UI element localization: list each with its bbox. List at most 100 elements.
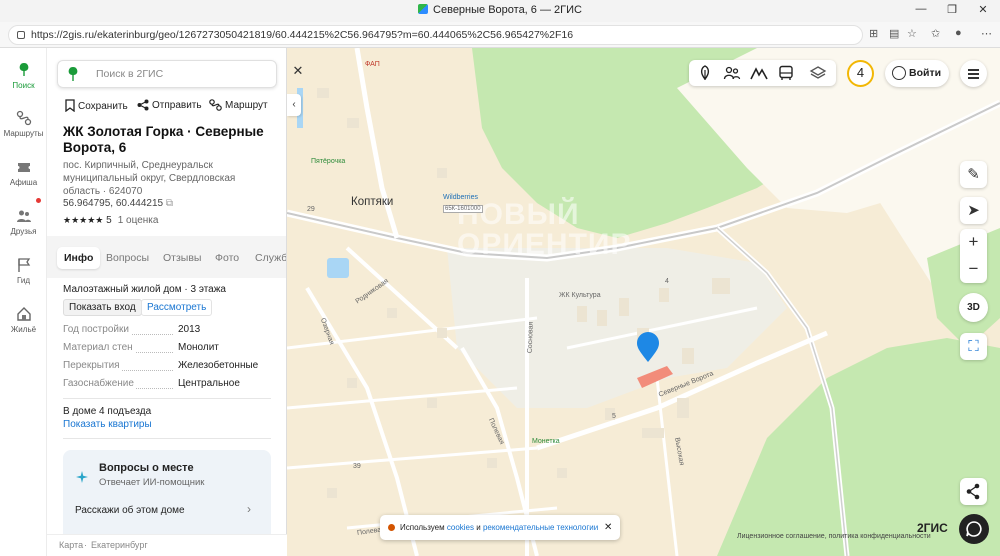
map-icon: ⛶ — [968, 338, 979, 355]
map-watermark: НОВЫЙ ОРИЕНТИР — [457, 200, 631, 260]
cookie-and: и — [476, 523, 481, 532]
rail-events-label: Афиша — [9, 178, 38, 187]
label-culture[interactable]: ЖК Культура — [559, 292, 601, 299]
place-address: пос. Кирпичный, Среднеуральск муниципаль… — [63, 160, 236, 197]
cookie-text: Используем — [400, 523, 445, 532]
url-field[interactable]: https://2gis.ru/ekaterinburg/geo/1267273… — [8, 25, 863, 45]
show-flats-link[interactable]: Показать квартиры — [63, 419, 152, 430]
close-cookie-button[interactable]: ✕ — [604, 515, 612, 540]
license-link[interactable]: Лицензионное соглашение, политика конфид… — [737, 533, 931, 540]
notifications-badge[interactable]: 4 — [847, 60, 874, 87]
prop-floors: Перекрытия Железобетонные — [63, 360, 273, 373]
copy-icon[interactable]: ⧉ — [166, 198, 173, 209]
forest-southeast — [717, 338, 1000, 556]
rail-routes-label: Маршруты — [3, 129, 44, 138]
divider — [63, 398, 271, 399]
rating-count: 1 оценка — [117, 215, 159, 226]
close-panel-button[interactable]: ✕ — [289, 62, 307, 80]
zoom-in-button[interactable]: + — [960, 229, 987, 256]
residential-zone — [447, 248, 787, 408]
search-input[interactable]: Поиск в 2ГИС — [57, 60, 277, 88]
minimize-button[interactable]: — — [906, 3, 936, 15]
maximize-button[interactable]: ❐ — [937, 3, 967, 16]
login-button[interactable]: Войти — [885, 60, 949, 87]
map-mode-button[interactable]: ⛶ — [960, 333, 987, 360]
zoom-out-button[interactable]: − — [960, 256, 987, 283]
url-text: https://2gis.ru/ekaterinburg/geo/1267273… — [31, 29, 574, 41]
show-entrance-button[interactable]: Показать вход — [63, 299, 142, 316]
window-title-text: Северные Ворота, 6 — 2ГИС — [433, 4, 582, 16]
favorite-star-icon[interactable]: ☆ — [907, 27, 917, 40]
label-4: 4 — [665, 278, 669, 285]
2gis-logo-icon — [68, 67, 78, 81]
reader-icon[interactable]: ▤ — [889, 27, 899, 40]
browser-titlebar: Северные Ворота, 6 — 2ГИС — ❐ ✕ — [0, 0, 1000, 22]
tab-questions[interactable]: Вопросы — [99, 247, 156, 269]
my-location-button[interactable]: ➤ — [960, 197, 987, 224]
transport-layer-icon[interactable] — [777, 64, 795, 82]
ruler-button[interactable]: ✎ — [960, 161, 987, 188]
view-button[interactable]: Рассмотреть — [141, 299, 213, 316]
profile-icon[interactable]: ● — [955, 27, 962, 39]
recommendations-link[interactable]: рекомендательные технологии — [483, 523, 598, 532]
rail-friends[interactable]: Друзья — [0, 208, 47, 236]
footer-map-link[interactable]: Карта — [59, 540, 83, 550]
place-coords[interactable]: 56.964795, 60.444215 ⧉ — [63, 198, 173, 209]
prop-year-key: Год постройки — [63, 324, 131, 335]
close-window-button[interactable]: ✕ — [968, 3, 998, 16]
label-koptyaki: Коптяки — [351, 196, 394, 208]
panel-footer: Карта · Екатеринбург — [47, 534, 287, 556]
flag-icon — [17, 258, 30, 272]
login-arrow-icon — [892, 66, 906, 80]
save-button[interactable]: Сохранить — [65, 99, 128, 113]
search-leaf-icon — [19, 63, 28, 76]
rail-events[interactable]: Афиша — [0, 159, 47, 187]
prop-gas: Газоснабжение Центральное — [63, 378, 273, 391]
send-button[interactable]: Отправить — [137, 99, 202, 111]
rail-guide[interactable]: Гид — [0, 257, 47, 285]
watermark-line1: НОВЫЙ — [457, 198, 580, 231]
label-39: 39 — [353, 463, 361, 470]
entrances-count: В доме 4 подъезда — [63, 406, 152, 417]
collapse-panel-button[interactable]: ‹ — [287, 94, 301, 116]
mountain-layer-icon[interactable] — [750, 64, 768, 82]
ai-card-title: Вопросы о месте — [99, 462, 194, 474]
ai-card-prompt[interactable]: Расскажи об этом доме — [75, 505, 185, 516]
tab-services[interactable]: Служб — [248, 247, 286, 269]
route-button[interactable]: Маршрут — [209, 99, 268, 111]
cookie-banner: Используем cookies и рекомендательные те… — [380, 515, 620, 540]
share-map-button[interactable] — [960, 478, 987, 505]
rail-search[interactable]: Поиск — [0, 62, 47, 90]
label-monetka[interactable]: Монетка — [532, 438, 560, 445]
label-wildberries[interactable]: Wildberries — [443, 194, 478, 201]
tab-reviews[interactable]: Отзывы — [156, 247, 208, 269]
favorites-icon[interactable]: ✩ — [931, 27, 940, 40]
layers-icon[interactable] — [809, 64, 827, 82]
ai-questions-card[interactable]: Вопросы о месте Отвечает ИИ-помощник Рас… — [63, 450, 271, 542]
menu-button[interactable] — [960, 60, 987, 87]
tab-info[interactable]: Инфо — [57, 247, 101, 269]
lock-icon — [17, 31, 25, 39]
chat-button[interactable] — [959, 514, 989, 544]
cookie-icon — [388, 524, 395, 531]
label-fap[interactable]: ФАП — [365, 61, 380, 68]
map[interactable]: НОВЫЙ ОРИЕНТИР ФАП Пятёрочка Коптяки Wild… — [287, 48, 1000, 556]
coords-text: 56.964795, 60.444215 — [63, 198, 164, 209]
app: Поиск Маршруты Афиша Друзья Гид Жильё По… — [0, 48, 1000, 556]
rating[interactable]: ★★★★★ 5 1 оценка — [63, 215, 158, 226]
footer-city-link[interactable]: Екатеринбург — [91, 540, 148, 550]
rail-housing[interactable]: Жильё — [0, 306, 47, 334]
leaf-layer-icon[interactable] — [696, 64, 714, 82]
prop-floors-key: Перекрытия — [63, 360, 122, 371]
label-pyaterochka[interactable]: Пятёрочка — [311, 158, 345, 165]
translate-icon[interactable]: ⊞ — [869, 27, 878, 40]
tab-photos[interactable]: Фото — [208, 247, 246, 269]
cookies-link[interactable]: cookies — [447, 523, 474, 532]
location-arrow-icon: ➤ — [967, 202, 980, 219]
rail-routes[interactable]: Маршруты — [0, 110, 47, 138]
3d-button[interactable]: 3D — [959, 293, 988, 322]
people-layer-icon[interactable] — [723, 64, 741, 82]
place-panel: Поиск в 2ГИС Сохранить Отправить Маршрут… — [47, 48, 287, 556]
more-icon[interactable]: ⋯ — [981, 27, 992, 40]
watermark-line2: ОРИЕНТИР — [457, 228, 632, 261]
